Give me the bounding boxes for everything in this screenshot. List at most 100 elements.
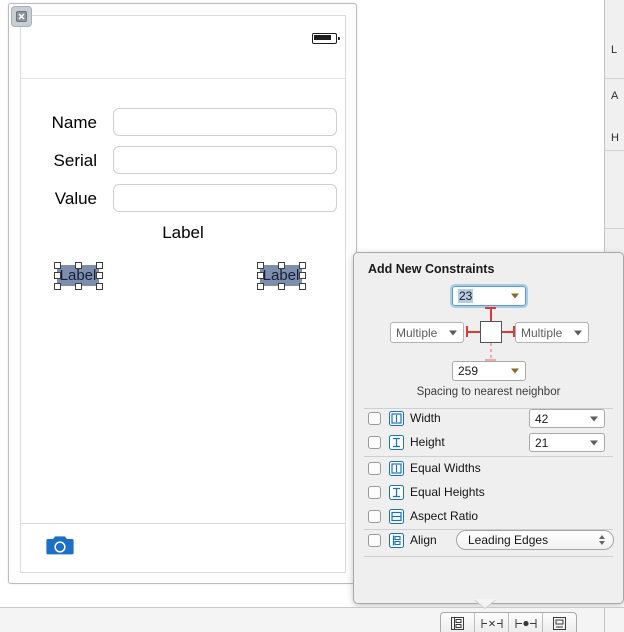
align-label: Align [410, 533, 437, 547]
resize-handle-nw[interactable] [53, 261, 61, 269]
resize-handle-se[interactable] [95, 282, 103, 290]
resolve-auto-layout-issues-button[interactable] [509, 613, 543, 632]
value-input[interactable] [113, 184, 337, 212]
chevron-down-icon[interactable] [449, 330, 457, 335]
pin-left-line[interactable] [466, 331, 480, 333]
resize-handle-se-2[interactable] [298, 282, 306, 290]
form-row-name: Name [21, 108, 345, 138]
resize-handle-sw[interactable] [53, 282, 61, 290]
width-value-dropdown[interactable]: 42 [529, 409, 605, 428]
pin-right-dropdown[interactable]: Multiple [515, 322, 589, 343]
inspector-row-2[interactable]: H [611, 132, 624, 144]
battery-icon [312, 33, 340, 44]
pin-top-line[interactable] [490, 308, 492, 321]
align-button[interactable] [441, 613, 475, 632]
resize-handle-n-2[interactable] [277, 261, 285, 269]
resize-handle-s-2[interactable] [277, 282, 285, 290]
align-dropdown[interactable]: Leading Edges [456, 530, 614, 550]
form-row-serial: Serial [21, 146, 345, 176]
field-label-value: Value [54, 189, 97, 208]
serial-input[interactable] [113, 146, 337, 174]
inspector-divider-3 [605, 228, 624, 229]
chevron-down-icon[interactable] [590, 440, 598, 445]
close-icon[interactable] [11, 6, 32, 27]
equal-heights-icon [389, 485, 404, 500]
divider-2 [364, 456, 613, 457]
constraint-row-width[interactable]: Width 42 [368, 409, 615, 428]
height-value-dropdown[interactable]: 21 [529, 433, 605, 452]
constraint-row-height[interactable]: Height 21 [368, 433, 615, 452]
camera-icon[interactable] [46, 534, 74, 556]
popover-title: Add New Constraints [368, 262, 495, 276]
resize-handle-e-2[interactable] [298, 272, 306, 279]
align-icon [389, 533, 404, 548]
width-value: 42 [535, 411, 549, 426]
resize-handle-ne-2[interactable] [298, 261, 306, 269]
equal-heights-checkbox[interactable] [368, 486, 381, 499]
pin-left-value: Multiple [396, 325, 438, 340]
pin-bottom-spinner[interactable]: 259 [452, 361, 526, 381]
resize-handle-w-2[interactable] [256, 272, 264, 279]
right-panel-bottom-sliver [604, 607, 624, 632]
status-bar [21, 16, 345, 79]
width-checkbox[interactable] [368, 412, 381, 425]
equal-widths-icon [389, 461, 404, 476]
chevron-down-icon[interactable] [511, 368, 519, 374]
resize-handle-s[interactable] [74, 282, 82, 290]
xcode-interface-builder-screen: Name Serial Value Label Label Label L A … [0, 0, 624, 632]
device-screen[interactable]: Name Serial Value Label Label Label [20, 15, 346, 573]
add-new-constraints-popover[interactable]: Add New Constraints 23 Multiple Multiple [353, 252, 624, 604]
height-label: Height [410, 435, 445, 449]
inspector-divider-2 [605, 150, 624, 151]
pin-bottom-value: 259 [458, 364, 479, 378]
divider-4 [364, 556, 613, 557]
inspector-row-0[interactable]: L [611, 44, 624, 56]
resize-handle-sw-2[interactable] [256, 282, 264, 290]
height-checkbox[interactable] [368, 436, 381, 449]
height-value: 21 [535, 435, 549, 450]
resize-handle-nw-2[interactable] [256, 261, 264, 269]
name-input[interactable] [113, 108, 337, 136]
equal-heights-label: Equal Heights [410, 485, 485, 499]
chevron-down-icon[interactable] [574, 330, 582, 335]
resize-handle-e[interactable] [95, 272, 103, 279]
width-label: Width [410, 411, 441, 425]
resize-handle-ne[interactable] [95, 261, 103, 269]
inspector-row-1[interactable]: A [611, 90, 624, 102]
center-label[interactable]: Label [21, 223, 345, 243]
width-constraint-icon [389, 411, 404, 426]
aspect-ratio-icon [389, 509, 404, 524]
spacing-note: Spacing to nearest neighbor [416, 386, 561, 398]
popover-arrow [474, 599, 496, 608]
pin-top-value: 23 [458, 289, 474, 303]
equal-widths-checkbox[interactable] [368, 462, 381, 475]
align-value: Leading Edges [468, 533, 549, 547]
resize-handle-w[interactable] [53, 272, 61, 279]
resize-handle-n[interactable] [74, 261, 82, 269]
resizing-behavior-button[interactable] [543, 613, 576, 632]
chevron-down-icon[interactable] [511, 293, 519, 299]
field-label-name: Name [51, 113, 97, 132]
canvas-bottom-toolbar [0, 599, 624, 632]
auto-layout-segmented-control[interactable] [440, 612, 577, 632]
stepper-arrows-icon[interactable] [599, 535, 605, 545]
device-view-controller[interactable]: Name Serial Value Label Label Label [8, 3, 357, 584]
pin-right-value: Multiple [521, 325, 563, 340]
height-constraint-icon [389, 435, 404, 450]
constraint-row-align[interactable]: Align Leading Edges [368, 530, 615, 550]
form-row-value: Value [21, 184, 345, 214]
aspect-ratio-label: Aspect Ratio [410, 509, 479, 523]
field-label-serial: Serial [53, 151, 97, 170]
aspect-ratio-checkbox[interactable] [368, 510, 381, 523]
pin-button[interactable] [475, 613, 509, 632]
pin-top-spinner[interactable]: 23 [450, 284, 528, 308]
pin-reference-box[interactable] [480, 321, 502, 343]
tab-bar[interactable] [21, 523, 345, 572]
pin-top-cap [485, 307, 496, 309]
equal-widths-label: Equal Widths [410, 461, 481, 475]
inspector-divider [605, 78, 624, 79]
pin-left-dropdown[interactable]: Multiple [390, 322, 464, 343]
pin-left-cap [466, 326, 468, 337]
chevron-down-icon[interactable] [590, 416, 598, 421]
align-checkbox[interactable] [368, 534, 381, 547]
